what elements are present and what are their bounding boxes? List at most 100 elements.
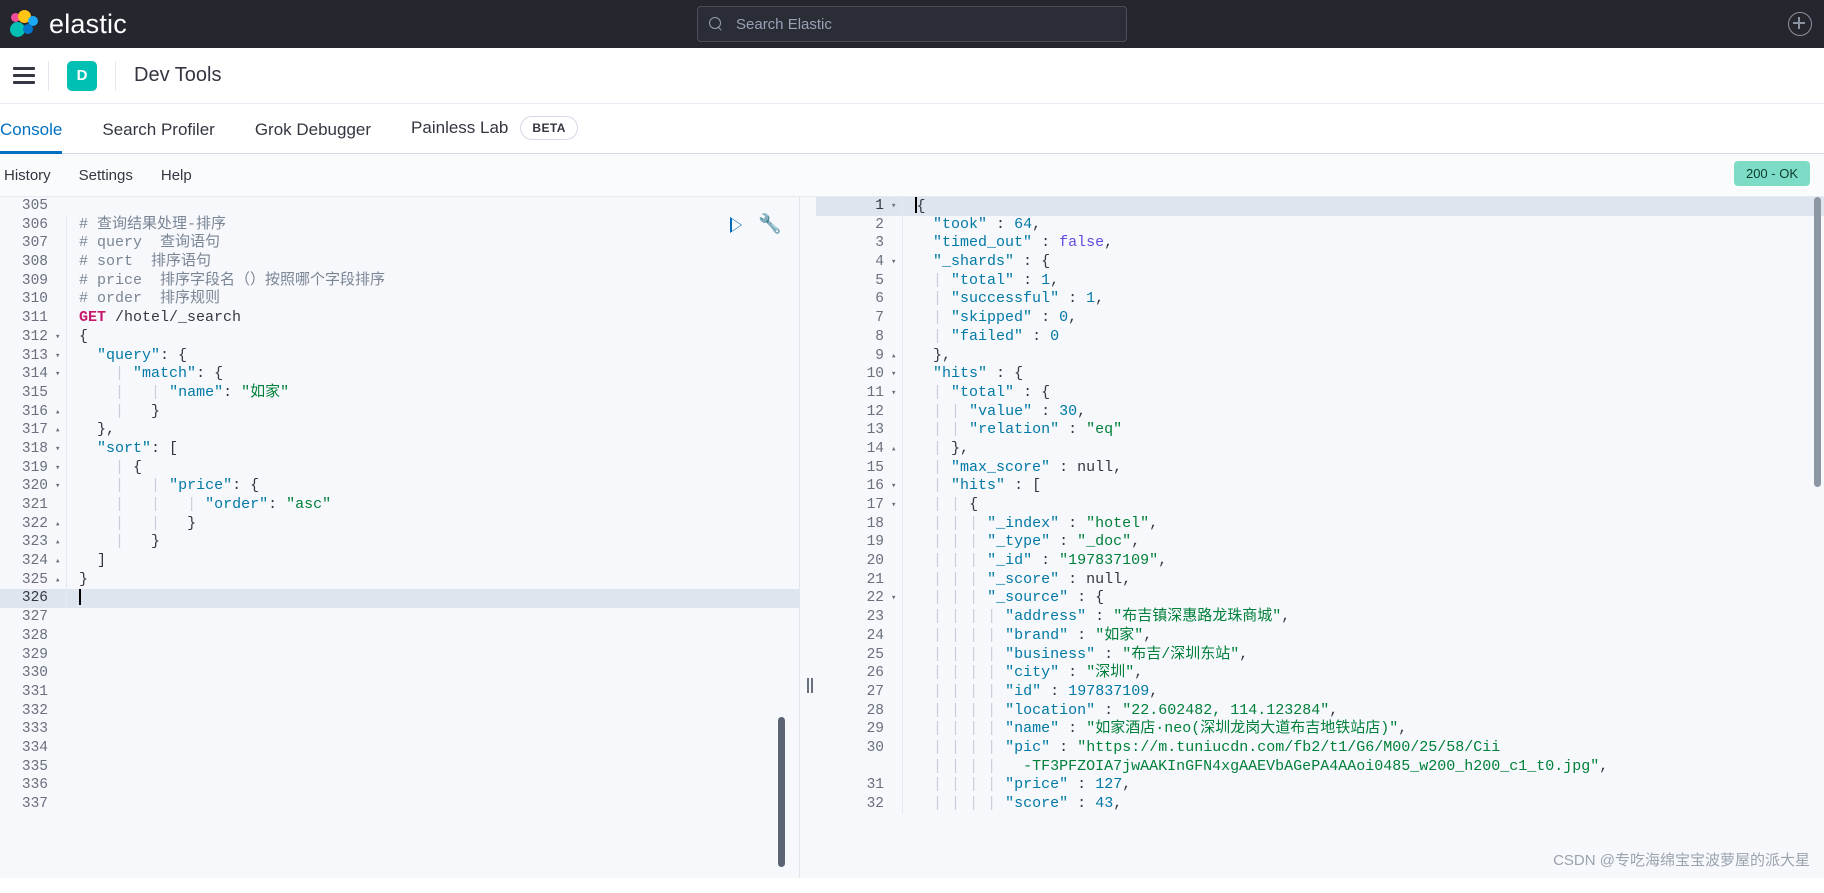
app-badge[interactable]: D (67, 60, 97, 91)
hamburger-menu-icon[interactable] (0, 74, 48, 77)
code-line[interactable]: 21 | | | "_score" : null, (816, 570, 1824, 590)
code-line[interactable]: 19 | | | "_type" : "_doc", (816, 533, 1824, 553)
code-line[interactable]: 30 | | | | "pic" : "https://m.tuniucdn.c… (816, 738, 1824, 758)
fold-toggle[interactable]: ▴ (52, 403, 66, 422)
code-line[interactable]: 31 | | | | "price" : 127, (816, 776, 1824, 796)
fold-toggle[interactable]: ▾ (888, 365, 902, 384)
code-line[interactable]: 308 # sort 排序语句 (0, 253, 800, 272)
wrench-icon[interactable]: 🔧 (758, 215, 782, 234)
code-line[interactable]: 24 | | | | "brand" : "如家", (816, 626, 1824, 646)
pane-resizer[interactable] (800, 197, 816, 878)
code-line[interactable]: 4 ▾ "_shards" : { (816, 253, 1824, 272)
fold-toggle[interactable]: ▴ (888, 440, 902, 459)
console-link-settings[interactable]: Settings (79, 167, 133, 184)
fold-toggle[interactable]: ▴ (52, 571, 66, 590)
tab-grok-debugger[interactable]: Grok Debugger (255, 120, 371, 153)
response-scrollbar[interactable] (1814, 197, 1821, 487)
resizer-grip[interactable] (807, 677, 809, 693)
code-line[interactable]: 23 | | | | "address" : "布吉镇深惠路龙珠商城", (816, 608, 1824, 627)
code-line[interactable]: 9 ▴ }, (816, 346, 1824, 366)
code-line[interactable]: 29 | | | | "name" : "如家酒店·neo(深圳龙岗大道布吉地铁… (816, 720, 1824, 739)
code-line[interactable]: 1 ▾{ (816, 197, 1824, 217)
elastic-brand[interactable]: elastic (0, 9, 127, 40)
code-line[interactable]: 25 | | | | "business" : "布吉/深圳东站", (816, 645, 1824, 665)
code-line[interactable]: 333 (0, 720, 800, 739)
code-line[interactable]: 12 | | "value" : 30, (816, 402, 1824, 422)
response-code[interactable]: 1 ▾{2 "took" : 64, 3 "timed_out" : false, 4… (816, 197, 1824, 814)
code-line[interactable]: 15 | "max_score" : null, (816, 458, 1824, 478)
code-line[interactable]: 309 # price 排序字段名（）按照哪个字段排序 (0, 271, 800, 291)
fold-toggle[interactable]: ▾ (888, 253, 902, 272)
code-line[interactable]: 2 "took" : 64, (816, 215, 1824, 235)
code-line[interactable]: 327 (0, 608, 800, 627)
response-viewer[interactable]: 1 ▾{2 "took" : 64, 3 "timed_out" : false, 4… (816, 197, 1824, 878)
code-line[interactable]: 307 # query 查询语句 (0, 234, 800, 254)
code-line[interactable]: 311 GET /hotel/_search (0, 309, 800, 328)
code-line[interactable]: 322 ▴ | | } (0, 514, 800, 534)
code-line[interactable]: 6 | "successful" : 1, (816, 290, 1824, 310)
code-line[interactable]: 18 | | | "_index" : "hotel", (816, 514, 1824, 534)
code-line[interactable]: 305 (0, 197, 800, 216)
code-line[interactable]: 332 (0, 702, 800, 721)
fold-toggle[interactable]: ▾ (52, 365, 66, 384)
code-line[interactable]: 26 | | | | "city" : "深圳", (816, 664, 1824, 683)
code-line[interactable]: 17 ▾ | | { (816, 496, 1824, 515)
code-line[interactable]: 326 (0, 588, 800, 609)
global-search[interactable] (697, 6, 1127, 42)
code-line[interactable]: | | | | -TF3PFZOIA7jwAAKInGFN4xgAAEVbAGe… (816, 757, 1824, 777)
request-actions[interactable]: 🔧 (730, 215, 782, 234)
console-link-history[interactable]: History (4, 167, 51, 184)
code-line[interactable]: 317 ▴ }, (0, 421, 800, 440)
code-line[interactable]: 337 (0, 795, 800, 814)
fold-toggle[interactable]: ▾ (888, 384, 902, 403)
code-line[interactable]: 16 ▾ | "hits" : [ (816, 477, 1824, 497)
code-line[interactable]: 336 (0, 776, 800, 795)
code-line[interactable]: 315 | | "name": "如家" (0, 383, 800, 403)
code-line[interactable]: 329 (0, 646, 800, 665)
code-line[interactable]: 323 ▴ | } (0, 533, 800, 553)
code-line[interactable]: 335 (0, 758, 800, 777)
fold-toggle[interactable]: ▾ (52, 328, 66, 347)
fold-toggle[interactable]: ▾ (52, 440, 66, 459)
code-line[interactable]: 328 (0, 627, 800, 646)
code-line[interactable]: 28 | | | | "location" : "22.602482, 114.… (816, 701, 1824, 721)
code-line[interactable]: 32 | | | | "score" : 43, (816, 795, 1824, 814)
fold-toggle[interactable]: ▴ (888, 347, 902, 366)
fold-toggle[interactable]: ▴ (52, 533, 66, 552)
fold-toggle[interactable]: ▾ (52, 459, 66, 478)
code-line[interactable]: 8 | "failed" : 0 (816, 327, 1824, 347)
code-line[interactable]: 316 ▴ | } (0, 402, 800, 422)
code-line[interactable]: 314 ▾ | "match": { (0, 365, 800, 384)
code-line[interactable]: 324 ▴ ] (0, 552, 800, 571)
play-request-icon[interactable] (730, 216, 743, 233)
code-line[interactable]: 11 ▾ | "total" : { (816, 383, 1824, 403)
search-input[interactable] (734, 14, 1116, 34)
code-line[interactable]: 318 ▾ "sort": [ (0, 439, 800, 459)
code-line[interactable]: 312 ▾{ (0, 327, 800, 347)
code-line[interactable]: 321 | | | "order": "asc" (0, 496, 800, 515)
fold-toggle[interactable]: ▾ (888, 589, 902, 608)
fold-toggle[interactable]: ▴ (52, 552, 66, 571)
search-box[interactable] (697, 6, 1127, 42)
console-link-help[interactable]: Help (161, 167, 192, 184)
fold-toggle[interactable]: ▾ (888, 496, 902, 515)
code-line[interactable]: 306 # 查询结果处理-排序 (0, 215, 800, 235)
code-line[interactable]: 27 | | | | "id" : 197837109, (816, 682, 1824, 702)
fold-toggle[interactable]: ▾ (52, 347, 66, 366)
code-line[interactable]: 5 | "total" : 1, (816, 271, 1824, 291)
fold-toggle[interactable]: ▾ (888, 477, 902, 496)
code-line[interactable]: 310 # order 排序规则 (0, 290, 800, 310)
help-circle-icon[interactable] (1788, 12, 1812, 36)
code-line[interactable]: 20 | | | "_id" : "197837109", (816, 552, 1824, 571)
code-line[interactable]: 319 ▾ | { (0, 458, 800, 478)
tab-console[interactable]: Console (0, 120, 63, 154)
request-editor[interactable]: 305 306 # 查询结果处理-排序 307 # query 查询语句 308 # sor… (0, 197, 800, 878)
fold-toggle[interactable]: ▾ (888, 197, 902, 216)
fold-toggle[interactable]: ▴ (52, 515, 66, 534)
code-line[interactable]: 320 ▾ | | "price": { (0, 477, 800, 497)
request-code[interactable]: 305 306 # 查询结果处理-排序 307 # query 查询语句 308 # sor… (0, 197, 800, 814)
request-scrollbar[interactable] (778, 717, 785, 867)
code-line[interactable]: 334 (0, 739, 800, 758)
code-line[interactable]: 13 | | "relation" : "eq" (816, 421, 1824, 440)
fold-toggle[interactable]: ▴ (52, 421, 66, 440)
